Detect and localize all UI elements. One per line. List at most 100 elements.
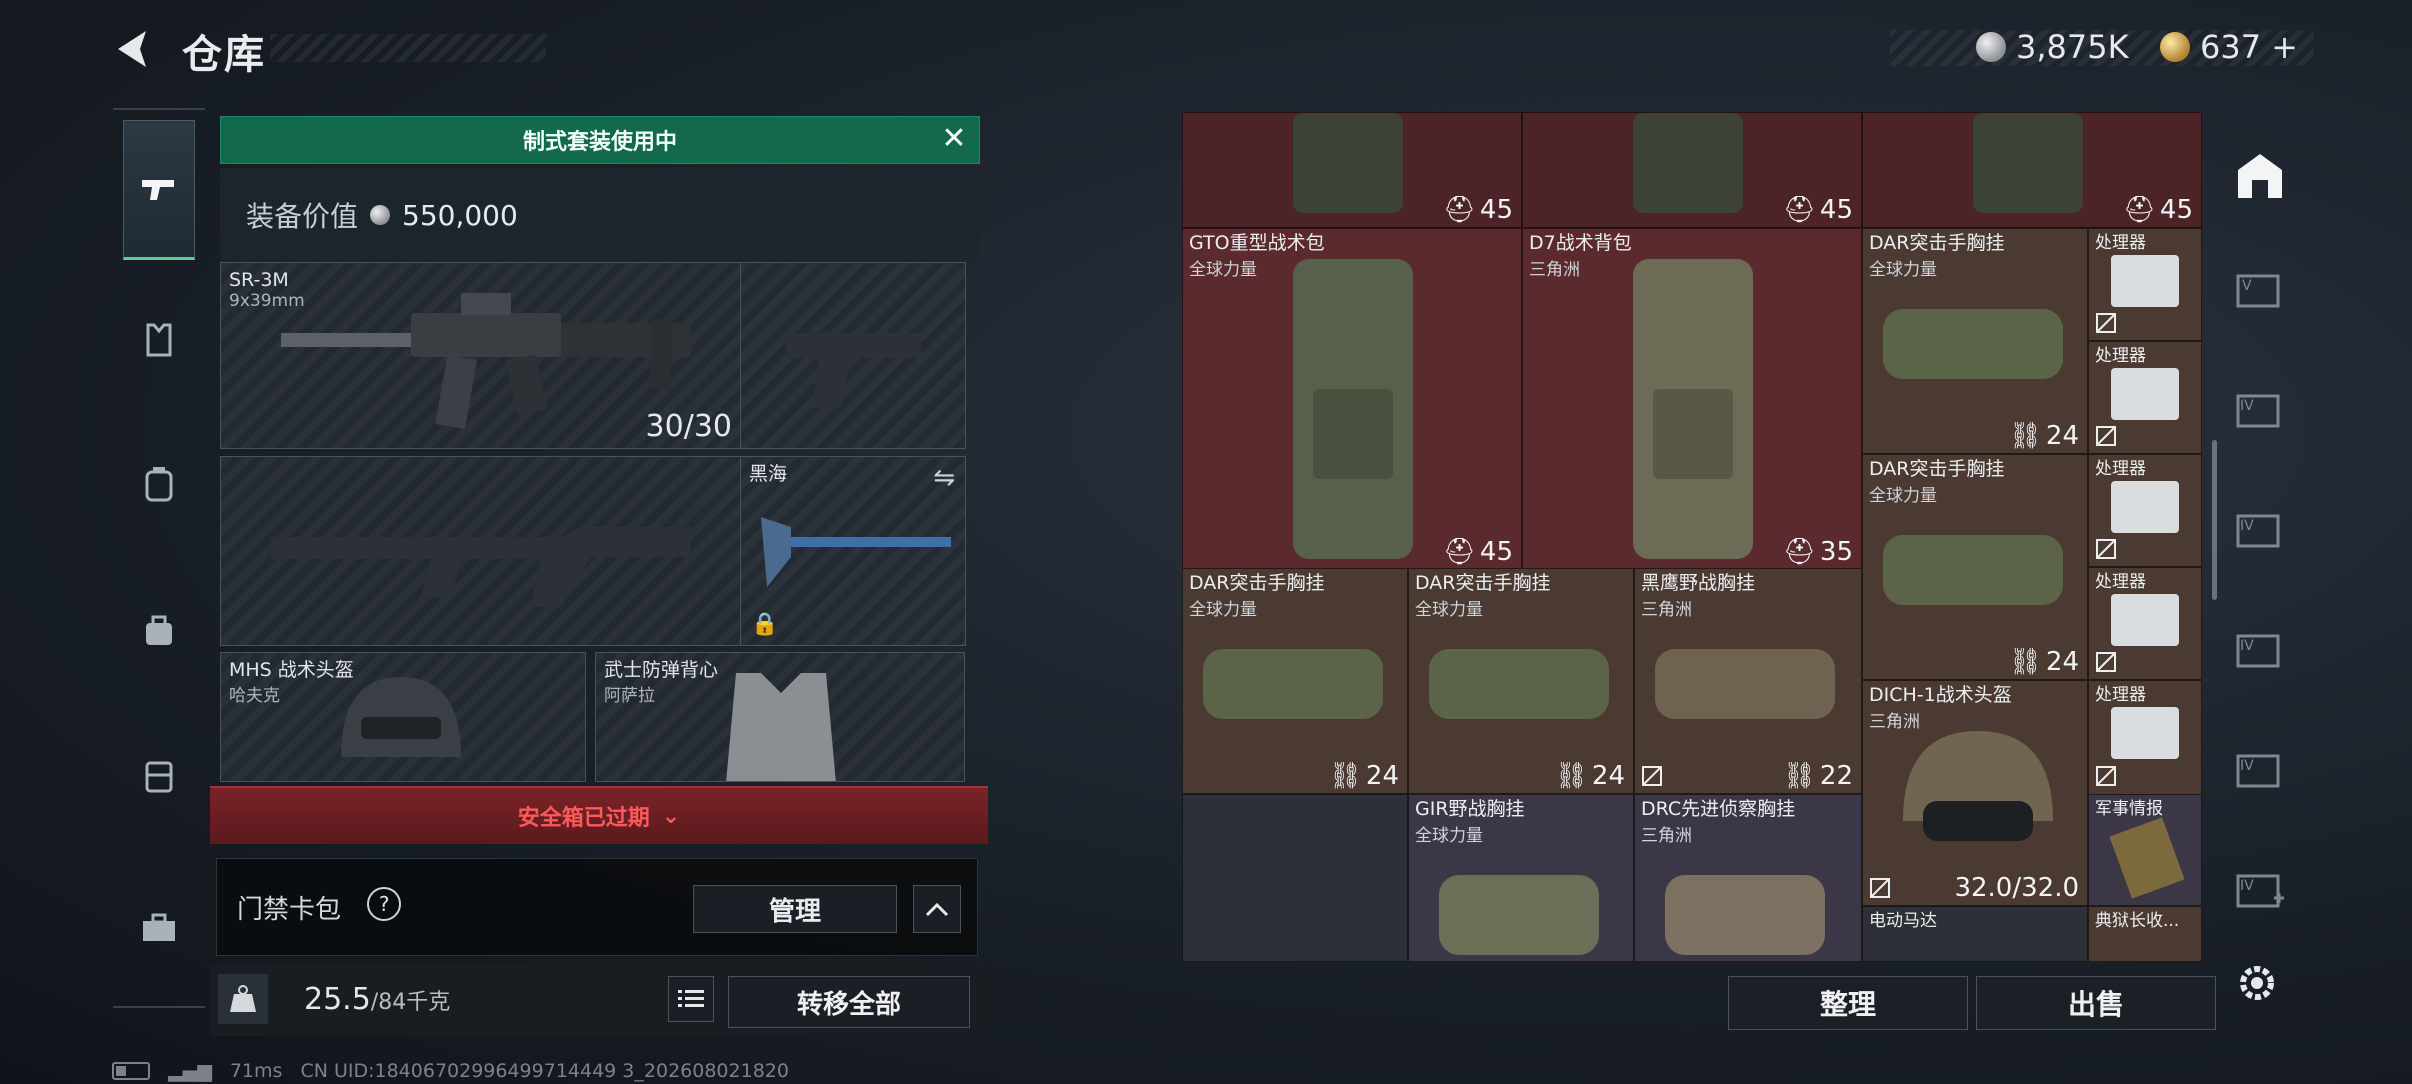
nav-backpack[interactable] xyxy=(123,414,195,554)
item-faction: 全球力量 xyxy=(1869,260,1937,280)
pistol-slot[interactable] xyxy=(740,262,966,449)
sell-button[interactable]: 出售 xyxy=(1976,976,2216,1030)
stash-tab-v[interactable]: V xyxy=(2232,262,2288,318)
stash-item[interactable]: ⛑ 45 xyxy=(1862,112,2202,228)
silver-coin-icon xyxy=(370,205,391,225)
no-sell-icon xyxy=(2096,766,2116,786)
item-count: ⛓ 24 xyxy=(1328,761,1399,791)
weapon-ammo-count: 30/30 xyxy=(645,409,732,444)
manage-button[interactable]: 管理 xyxy=(693,885,897,933)
vest-icon xyxy=(146,323,172,357)
gear-icon xyxy=(2240,966,2274,1000)
stash-item[interactable]: 处理器 xyxy=(2088,341,2202,454)
stash-tab-iv-4[interactable]: IV xyxy=(2232,742,2288,798)
stash-item[interactable]: DAR突击手胸挂 全球力量 ⛓ 24 xyxy=(1862,228,2088,454)
nav-case[interactable] xyxy=(123,706,195,846)
item-faction: 全球力量 xyxy=(1189,600,1257,620)
stash-item[interactable]: 处理器 xyxy=(2088,567,2202,680)
swap-icon[interactable]: ⇋ xyxy=(933,463,955,493)
kg-weight-icon xyxy=(218,974,268,1024)
close-icon[interactable]: ✕ xyxy=(939,124,969,155)
chevron-down-icon: ⌄ xyxy=(661,803,681,829)
safebox-expired-bar[interactable]: 安全箱已过期 ⌄ xyxy=(210,786,988,844)
svg-text:IV: IV xyxy=(2240,518,2254,534)
transfer-all-button[interactable]: 转移全部 xyxy=(728,976,970,1028)
stash-item[interactable]: 黑鹰野战胸挂 三角洲 ⛓ 22 xyxy=(1634,568,1862,794)
stash-item[interactable]: 军事情报 xyxy=(2088,794,2202,906)
armor-name: 武士防弹背心 xyxy=(604,659,719,681)
weight-max: /84千克 xyxy=(370,990,451,1015)
helmet-icon xyxy=(1903,731,2053,841)
item-name: 黑鹰野战胸挂 xyxy=(1641,572,1756,594)
backpack-icon xyxy=(1973,113,2083,213)
lock-icon: 🔒 xyxy=(751,612,779,637)
gold-currency[interactable]: 637 + xyxy=(2160,28,2298,66)
secondary-weapon-slot[interactable] xyxy=(220,456,741,646)
armor-slot[interactable]: 武士防弹背心 阿萨拉 xyxy=(595,652,965,782)
item-name: DAR突击手胸挂 xyxy=(1415,572,1551,594)
chest-rig-icon xyxy=(1203,649,1383,719)
stash-item[interactable]: DAR突击手胸挂 全球力量 ⛓ 24 xyxy=(1182,568,1408,794)
nav-pouch[interactable] xyxy=(123,560,195,700)
list-icon xyxy=(678,990,704,1007)
stash-tab-iv-3[interactable]: IV xyxy=(2232,622,2288,678)
help-icon[interactable]: ? xyxy=(359,879,409,929)
access-card-pack: 门禁卡包 ? 管理 xyxy=(216,858,978,956)
pistol-icon xyxy=(142,180,174,200)
backpack-icon xyxy=(1633,113,1743,213)
settings-button[interactable] xyxy=(2232,958,2282,1008)
status-bar: ▂▄▆ 71ms CN UID:18406702996499714449 3_2… xyxy=(112,1060,789,1082)
primary-weapon-slot[interactable]: SR-3M 9x39mm 30/30 xyxy=(220,262,741,449)
back-button[interactable] xyxy=(110,25,158,73)
helmet-slot[interactable]: MHS 战术头盔 哈夫克 xyxy=(220,652,586,782)
tab-iv-icon: IV xyxy=(2236,394,2280,428)
stash-scrollbar[interactable] xyxy=(2212,440,2217,600)
melee-slot[interactable]: 黑海 ⇋ 🔒 xyxy=(740,456,966,646)
stash-item[interactable]: 典狱长收... xyxy=(2088,906,2202,962)
chest-rig-icon xyxy=(1429,649,1609,719)
svg-text:IV: IV xyxy=(2240,878,2254,894)
stash-home-icon xyxy=(2238,154,2282,198)
chest-rig-icon xyxy=(1883,309,2063,379)
stash-item[interactable]: 处理器 xyxy=(2088,454,2202,567)
item-faction: 全球力量 xyxy=(1869,486,1937,506)
item-name: DAR突击手胸挂 xyxy=(1869,232,2005,254)
item-faction: 全球力量 xyxy=(1415,600,1483,620)
item-name: DAR突击手胸挂 xyxy=(1189,572,1325,594)
stash-tab-iv-2[interactable]: IV xyxy=(2232,502,2288,558)
list-view-button[interactable] xyxy=(668,976,714,1022)
stash-item[interactable]: DAR突击手胸挂 全球力量 ⛓ 24 xyxy=(1408,568,1634,794)
svg-text:IV: IV xyxy=(2240,638,2254,654)
stash-item[interactable]: ⛑ 45 xyxy=(1522,112,1862,228)
uid: CN UID:18406702996499714449 3_2026080218… xyxy=(300,1060,789,1082)
nav-weapons[interactable] xyxy=(123,120,195,260)
add-gold-icon[interactable]: + xyxy=(2271,28,2298,66)
stash-item[interactable]: DAR突击手胸挂 全球力量 ⛓ 24 xyxy=(1862,454,2088,680)
stash-item[interactable]: GIR野战胸挂 全球力量 xyxy=(1408,794,1634,962)
processor-icon xyxy=(2111,368,2179,420)
equip-value-label: 装备价值 xyxy=(246,200,359,233)
svg-text:IV: IV xyxy=(2240,758,2254,774)
stash-tab-iv-1[interactable]: IV xyxy=(2232,382,2288,438)
stash-item[interactable]: 电动马达 xyxy=(1862,906,2088,962)
item-faction: 全球力量 xyxy=(1415,826,1483,846)
stash-item[interactable]: 处理器 xyxy=(2088,228,2202,341)
stash-item[interactable]: ⛑ 45 xyxy=(1182,112,1522,228)
item-count: ⛓ 22 xyxy=(1782,761,1853,791)
gold-coin-icon xyxy=(2160,32,2190,62)
stash-tab-add[interactable]: IV xyxy=(2232,862,2288,918)
item-name: DRC先进侦察胸挂 xyxy=(1641,798,1796,820)
tab-v-icon: V xyxy=(2236,274,2280,308)
collapse-button[interactable] xyxy=(913,885,961,933)
stash-home-tab[interactable] xyxy=(2232,148,2288,204)
stash-empty-cell[interactable] xyxy=(1182,794,1408,962)
ping: 71ms xyxy=(229,1060,283,1082)
stash-item[interactable]: DICH-1战术头盔 三角洲 32.0/32.0 xyxy=(1862,680,2088,906)
stash-item[interactable]: DRC先进侦察胸挂 三角洲 xyxy=(1634,794,1862,962)
nav-toolbox[interactable] xyxy=(123,858,195,998)
organize-button[interactable]: 整理 xyxy=(1728,976,1968,1030)
svg-text:V: V xyxy=(2242,278,2252,294)
silver-amount: 3,875K xyxy=(2016,28,2129,66)
nav-vest[interactable] xyxy=(123,270,195,410)
left-category-nav xyxy=(113,108,205,1008)
